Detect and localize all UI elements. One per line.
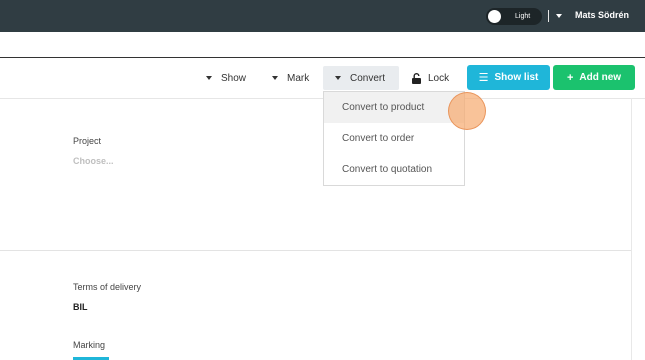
project-select[interactable]: Choose... [73,156,114,166]
add-new-label: Add new [579,72,622,83]
caret-down-icon [272,76,278,80]
menu-item-convert-to-product[interactable]: Convert to product [324,92,464,123]
topbar-separator [548,10,549,22]
lock-button[interactable]: Lock [412,66,449,90]
user-menu-caret-icon[interactable] [556,14,562,18]
sub-header-band [0,32,645,57]
list-icon: ☰ [478,72,489,84]
project-label: Project [73,136,102,146]
content-border [631,98,632,360]
mark-menu-label: Mark [287,72,310,84]
mark-menu-button[interactable]: Mark [272,66,309,90]
section-divider [0,250,631,251]
marking-label: Marking [73,340,106,350]
menu-item-convert-to-order[interactable]: Convert to order [324,123,464,154]
caret-down-icon [206,76,212,80]
show-list-label: Show list [494,72,539,83]
terms-of-delivery-label: Terms of delivery [73,282,142,292]
theme-toggle-label: Light [515,13,531,20]
terms-of-delivery-value[interactable]: BIL [73,302,88,312]
plus-icon: + [566,71,574,84]
theme-toggle[interactable]: Light [486,8,542,25]
top-navigation-bar: Light Mats Södrén [0,0,645,32]
caret-down-icon [335,76,341,80]
menu-item-convert-to-quotation[interactable]: Convert to quotation [324,154,464,185]
convert-menu-label: Convert [350,72,386,84]
show-list-button[interactable]: ☰ Show list [467,65,550,90]
user-name[interactable]: Mats Södrén [575,10,629,20]
show-menu-button[interactable]: Show [206,66,246,90]
lock-open-icon [412,72,421,84]
click-indicator [448,92,486,130]
add-new-button[interactable]: + Add new [553,65,635,90]
show-menu-label: Show [221,72,247,84]
lock-label: Lock [428,72,450,84]
convert-dropdown-menu: Convert to product Convert to order Conv… [323,91,465,186]
toggle-knob-icon [488,10,501,23]
convert-menu-button[interactable]: Convert [323,66,399,90]
